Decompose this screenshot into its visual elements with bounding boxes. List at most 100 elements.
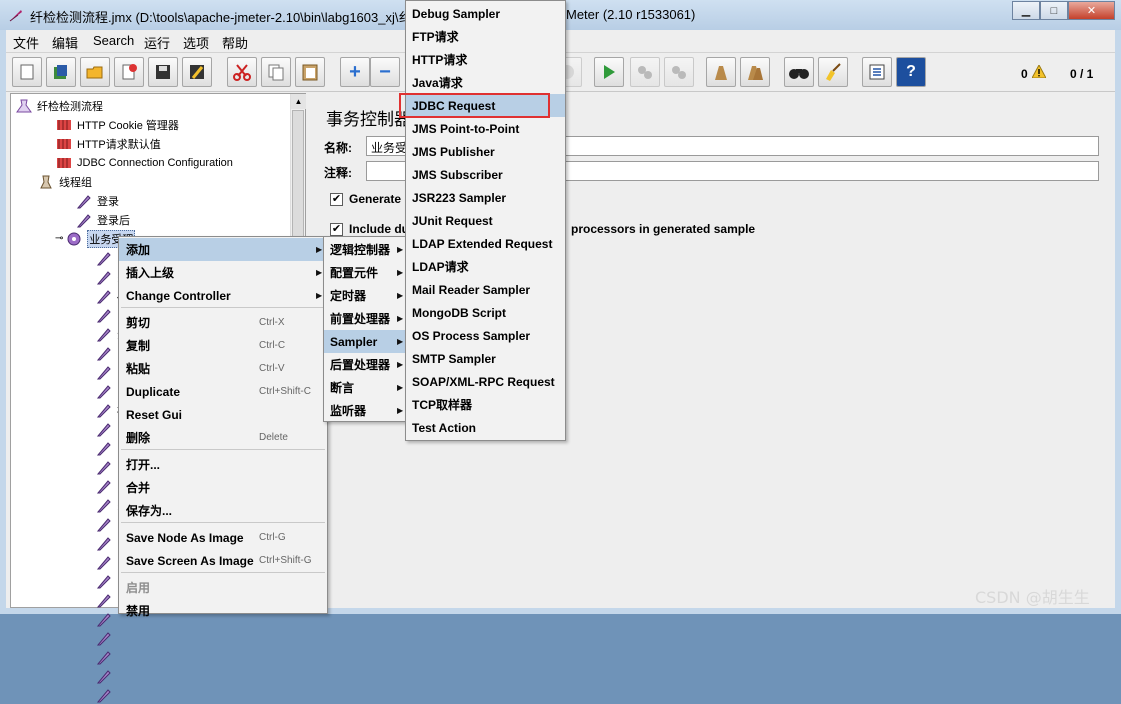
context-menu-item[interactable]: Change Controller ▶ — [119, 284, 327, 307]
help-icon[interactable]: ? — [896, 57, 926, 87]
minimize-button[interactable]: ▁ — [1012, 1, 1040, 20]
sampler-menu-item[interactable]: LDAP Extended Request — [406, 232, 565, 255]
context-menu-item[interactable]: Duplicate Ctrl+Shift-C — [119, 380, 327, 403]
tree-node-child[interactable] — [95, 457, 117, 476]
cut-icon[interactable] — [227, 57, 257, 87]
tree-node-child[interactable] — [95, 476, 117, 495]
tree-node-child[interactable] — [95, 514, 117, 533]
sampler-menu-item[interactable]: Debug Sampler — [406, 2, 565, 25]
save-as-icon[interactable] — [182, 57, 212, 87]
sampler-menu-item[interactable]: MongoDB Script — [406, 301, 565, 324]
open-icon[interactable] — [80, 57, 110, 87]
sampler-menu-item[interactable]: LDAP请求 — [406, 255, 565, 278]
add-submenu-item[interactable]: 后置处理器 ▶ — [324, 353, 406, 376]
tree-node-http-defaults[interactable]: HTTP请求默认值 — [55, 134, 161, 153]
sampler-menu-item[interactable]: JMS Subscriber — [406, 163, 565, 186]
menu-options[interactable]: 选项 — [183, 33, 209, 52]
templates-icon[interactable] — [46, 57, 76, 87]
tree-node-login[interactable]: 登录 — [75, 191, 119, 210]
tree-node-child[interactable] — [95, 590, 117, 609]
sampler-menu-item[interactable]: SMTP Sampler — [406, 347, 565, 370]
sampler-menu-item[interactable]: Test Action — [406, 416, 565, 439]
context-menu-item[interactable]: Reset Gui — [119, 403, 327, 426]
tree-node-child[interactable] — [95, 685, 117, 704]
tree-node-child[interactable] — [95, 609, 117, 628]
context-menu-item[interactable]: 插入上级 ▶ — [119, 261, 327, 284]
tree-node-child[interactable] — [95, 571, 117, 590]
generate-parent-checkbox[interactable]: ✔ — [330, 193, 343, 206]
tree-node-child[interactable] — [95, 628, 117, 647]
sampler-menu-item[interactable]: JUnit Request — [406, 209, 565, 232]
save-icon[interactable] — [148, 57, 178, 87]
warning-icon[interactable] — [1032, 65, 1046, 78]
add-submenu-item[interactable]: 前置处理器 ▶ — [324, 307, 406, 330]
menu-help[interactable]: 帮助 — [222, 33, 248, 52]
maximize-button[interactable]: □ — [1040, 1, 1068, 20]
clear-all-icon[interactable] — [740, 57, 770, 87]
tree-node-test-plan[interactable]: 纤检检测流程 — [15, 96, 103, 115]
remote-start-icon[interactable] — [630, 57, 660, 87]
tree-node-jdbc-config[interactable]: JDBC Connection Configuration — [55, 153, 233, 172]
close-file-icon[interactable] — [114, 57, 144, 87]
add-submenu-item[interactable]: 配置元件 ▶ — [324, 261, 406, 284]
sampler-menu-item[interactable]: JMS Publisher — [406, 140, 565, 163]
sampler-menu-item[interactable]: SOAP/XML-RPC Request — [406, 370, 565, 393]
context-menu-item[interactable]: 复制 Ctrl-C — [119, 334, 327, 357]
tree-node-child[interactable] — [95, 552, 117, 571]
context-menu-item[interactable]: 保存为... — [119, 499, 327, 522]
sampler-menu-item[interactable]: FTP请求 — [406, 25, 565, 48]
sampler-menu-item[interactable]: OS Process Sampler — [406, 324, 565, 347]
menu-file[interactable]: 文件 — [13, 33, 39, 52]
new-icon[interactable] — [12, 57, 42, 87]
tree-node-child[interactable] — [95, 533, 117, 552]
context-menu-item[interactable]: 粘贴 Ctrl-V — [119, 357, 327, 380]
collapse-icon[interactable]: − — [370, 57, 400, 87]
menu-run[interactable]: 运行 — [144, 33, 170, 52]
add-submenu-item[interactable]: Sampler ▶ — [324, 330, 406, 353]
tree-node-child[interactable] — [95, 362, 117, 381]
context-menu-item[interactable]: 删除 Delete — [119, 426, 327, 449]
add-submenu-item[interactable]: 定时器 ▶ — [324, 284, 406, 307]
paste-icon[interactable] — [295, 57, 325, 87]
menu-edit[interactable]: 编辑 — [52, 33, 78, 52]
tree-node-child[interactable] — [95, 343, 117, 362]
tree-node-thread-group[interactable]: 线程组 — [37, 172, 92, 191]
add-submenu-item[interactable]: 逻辑控制器 ▶ — [324, 238, 406, 261]
tree-node-cookie-manager[interactable]: HTTP Cookie 管理器 — [55, 115, 179, 134]
tree-node-after-login[interactable]: 登录后 — [75, 210, 130, 229]
copy-icon[interactable] — [261, 57, 291, 87]
context-menu-item[interactable]: 禁用 — [119, 599, 327, 622]
function-helper-icon[interactable] — [862, 57, 892, 87]
include-timers-checkbox[interactable]: ✔ — [330, 223, 343, 236]
add-submenu-item[interactable]: 监听器 ▶ — [324, 399, 406, 422]
sampler-menu-item[interactable]: JMS Point-to-Point — [406, 117, 565, 140]
expand-icon[interactable]: + — [340, 57, 370, 87]
tree-node-child[interactable] — [95, 248, 117, 267]
reset-search-icon[interactable] — [818, 57, 848, 87]
context-menu-item[interactable]: 合并 — [119, 476, 327, 499]
clear-icon[interactable] — [706, 57, 736, 87]
search-icon[interactable] — [784, 57, 814, 87]
sampler-menu-item[interactable]: HTTP请求 — [406, 48, 565, 71]
tree-node-child[interactable] — [95, 647, 117, 666]
sampler-menu-item[interactable]: Java请求 — [406, 71, 565, 94]
context-menu-item[interactable]: Save Screen As Image Ctrl+Shift-G — [119, 549, 327, 572]
tree-toggle-icon[interactable]: ⊸ — [55, 233, 63, 244]
tree-node-child[interactable] — [95, 305, 117, 324]
context-menu-item[interactable]: 打开... — [119, 453, 327, 476]
sampler-menu-item[interactable]: TCP取样器 — [406, 393, 565, 416]
add-submenu-item[interactable]: 断言 ▶ — [324, 376, 406, 399]
tree-node-child[interactable] — [95, 381, 117, 400]
close-button[interactable]: ✕ — [1068, 1, 1115, 20]
remote-stop-icon[interactable] — [664, 57, 694, 87]
start-icon[interactable] — [594, 57, 624, 87]
scroll-up-icon[interactable]: ▲ — [291, 94, 306, 109]
context-menu-item[interactable]: Save Node As Image Ctrl-G — [119, 526, 327, 549]
tree-node-child[interactable] — [95, 419, 117, 438]
sampler-menu-item[interactable]: Mail Reader Sampler — [406, 278, 565, 301]
scroll-thumb[interactable] — [292, 110, 304, 250]
tree-node-child[interactable] — [95, 438, 117, 457]
tree-node-child[interactable] — [95, 666, 117, 685]
context-menu-item[interactable]: 添加 ▶ — [119, 238, 327, 261]
menu-search[interactable]: Search — [93, 33, 134, 48]
